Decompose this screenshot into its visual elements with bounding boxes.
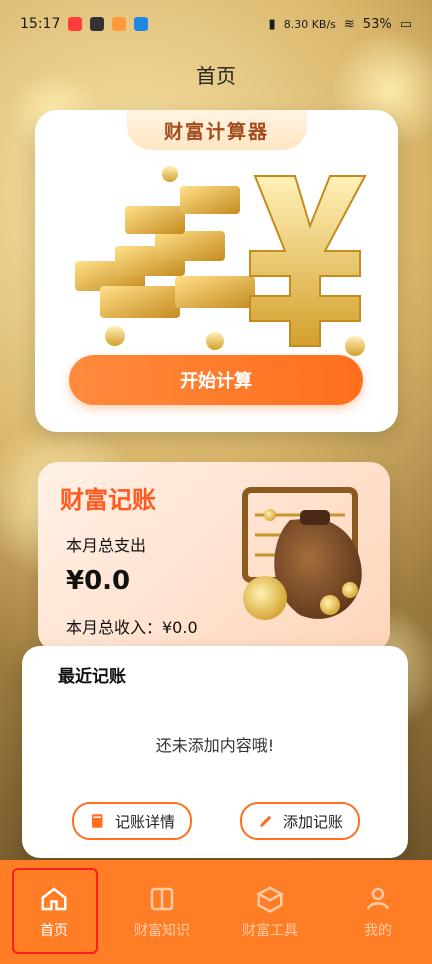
money-bag-abacus-illustration	[242, 487, 362, 620]
app-icon	[112, 17, 127, 31]
book-icon	[150, 887, 174, 911]
app-icon	[90, 17, 105, 31]
vibrate-icon: ▮	[268, 16, 276, 32]
pencil-icon	[259, 815, 272, 827]
play-icon	[134, 17, 149, 31]
tab-wealth-knowledge[interactable]: 财富知识	[114, 884, 210, 940]
monthly-income-text: 本月总收入：¥0.0	[66, 618, 198, 637]
user-icon	[366, 887, 390, 910]
add-record-button[interactable]: 添加记账	[240, 802, 360, 840]
record-details-label: 记账详情	[114, 812, 175, 831]
start-calculation-button[interactable]: 开始计算	[69, 355, 363, 405]
monthly-expense-value: ¥0.0	[66, 566, 131, 596]
wifi-icon: ≋	[343, 16, 355, 32]
add-record-label: 添加记账	[282, 812, 343, 831]
battery-icon: ▭	[399, 16, 412, 32]
calculator-tab-label: 财富计算器	[126, 110, 307, 150]
status-left: 15:17	[20, 16, 149, 32]
status-right: ▮ 8.30 KB/s ≋ 53% ▭	[269, 17, 412, 32]
tab-profile-label: 我的	[364, 923, 392, 939]
tab-wealth-knowledge-label: 财富知识	[134, 923, 190, 939]
book-icon	[91, 814, 103, 828]
box-icon	[256, 886, 284, 913]
tab-wealth-tools-label: 财富工具	[242, 923, 298, 939]
status-time: 15:17	[20, 16, 61, 32]
tab-profile[interactable]: 我的	[330, 884, 426, 940]
record-details-button[interactable]: 记账详情	[72, 802, 192, 840]
wealth-ledger-card: 财富记账 本月总支出 ¥0.0 本月总收入：¥0.0	[38, 462, 390, 652]
notification-icon	[68, 17, 83, 31]
recent-records-card: 最近记账 还未添加内容哦! 记账详情 添加记账	[22, 646, 408, 858]
wealth-calculator-card: 财富计算器 开始计算	[35, 110, 398, 432]
active-tab-highlight	[12, 868, 98, 954]
network-speed: 8.30 KB/s	[283, 17, 336, 31]
tab-wealth-tools[interactable]: 财富工具	[222, 884, 318, 940]
monthly-expense-label: 本月总支出	[66, 536, 147, 555]
empty-state-text: 还未添加内容哦!	[155, 736, 275, 755]
ledger-title: 财富记账	[60, 486, 156, 514]
battery-text: 53%	[362, 16, 392, 32]
page-title: 首页	[196, 64, 236, 88]
status-bar: 15:17 ▮ 8.30 KB/s ≋ 53% ▭	[0, 0, 432, 48]
recent-records-title: 最近记账	[58, 667, 126, 687]
gold-bars-yen-illustration	[75, 166, 367, 356]
